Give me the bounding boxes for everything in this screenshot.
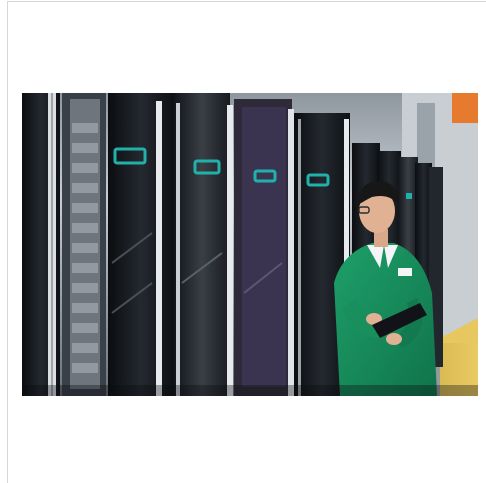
frame-left-border bbox=[7, 1, 8, 483]
image-card bbox=[0, 0, 486, 483]
frame-top-border bbox=[7, 1, 486, 2]
hero-photo bbox=[22, 93, 478, 396]
server-room-illustration bbox=[22, 93, 478, 396]
